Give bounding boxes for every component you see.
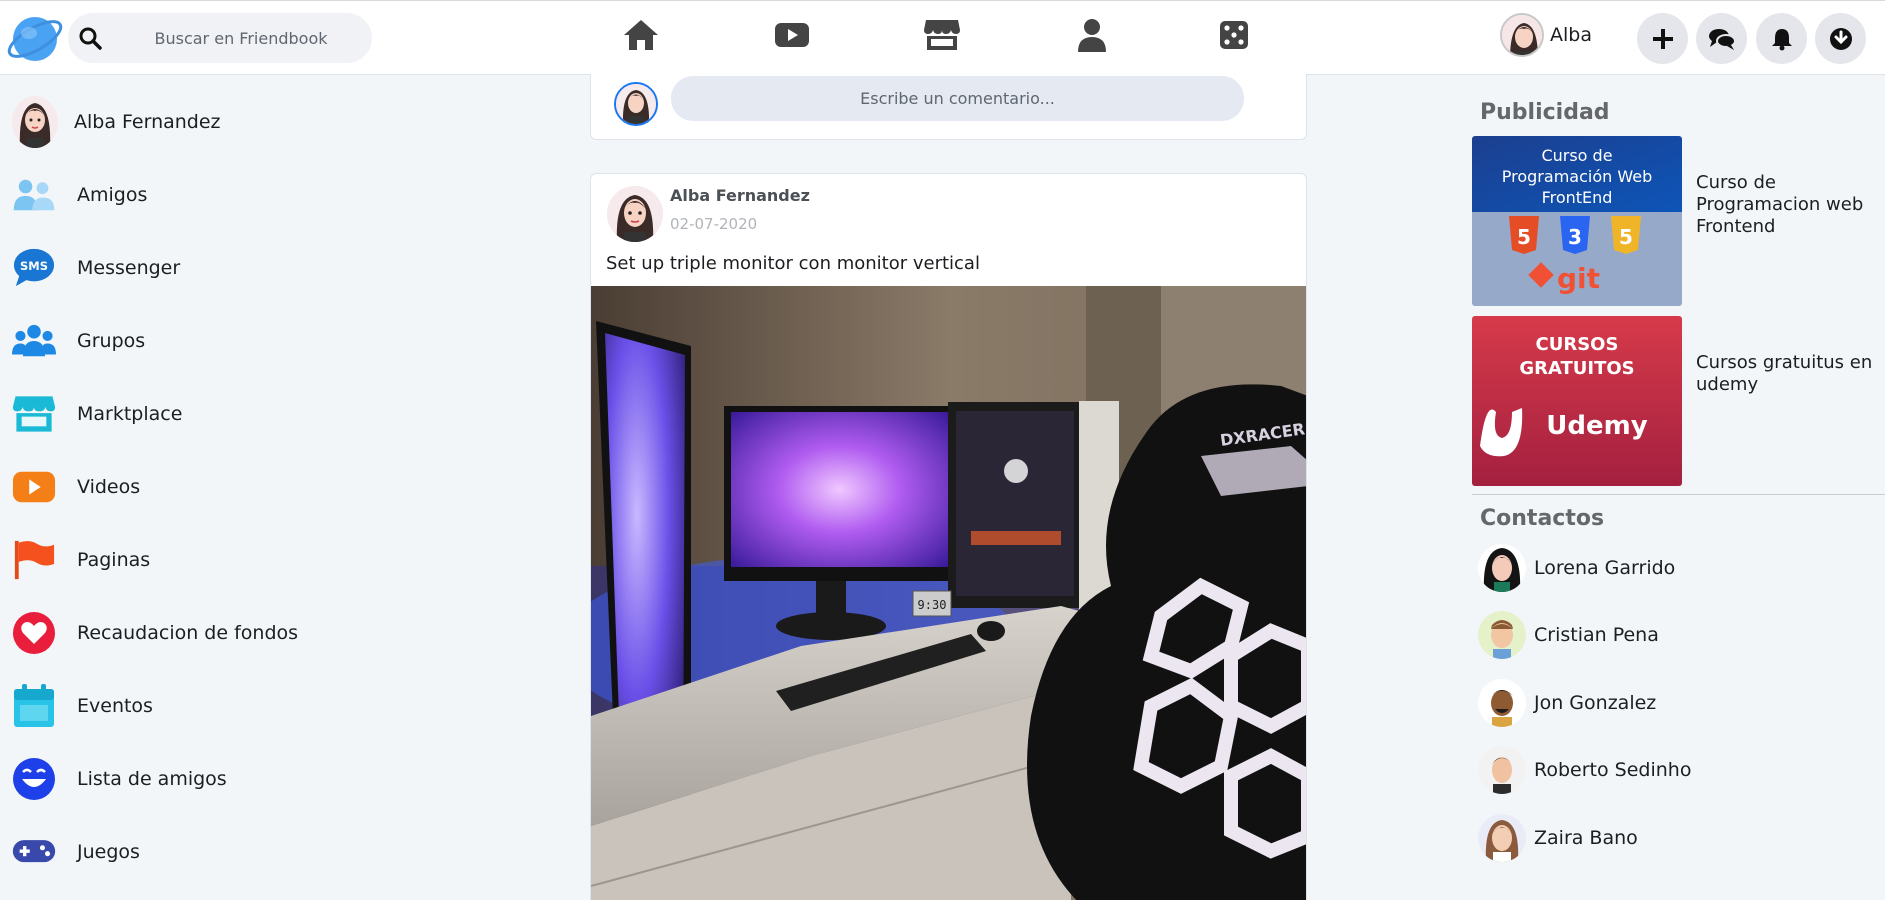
contact-name: Roberto Sedinho xyxy=(1534,759,1692,781)
post-image[interactable]: DXRACER 9:30 xyxy=(591,286,1307,900)
contact-item[interactable]: Lorena Garrido xyxy=(1478,542,1878,594)
svg-text:5: 5 xyxy=(1517,225,1531,249)
comment-input[interactable] xyxy=(671,76,1244,121)
contact-item[interactable]: Cristian Pena xyxy=(1478,609,1878,661)
ads-title: Publicidad xyxy=(1480,100,1610,125)
heart-icon xyxy=(12,611,56,655)
profile-icon[interactable] xyxy=(1072,15,1112,55)
sidebar-item-grupos[interactable]: Grupos xyxy=(12,313,372,369)
sidebar-item-amigos[interactable]: Amigos xyxy=(12,167,372,223)
notifications-button[interactable] xyxy=(1756,13,1807,64)
download-button[interactable] xyxy=(1815,13,1866,64)
contact-item[interactable]: Zaira Bano xyxy=(1478,812,1878,864)
post-text: Set up triple monitor con monitor vertic… xyxy=(606,253,980,274)
search-input[interactable] xyxy=(116,13,366,63)
sidebar-item-label: Paginas xyxy=(77,549,151,571)
sidebar-item-label: Videos xyxy=(77,476,141,498)
calendar-icon xyxy=(12,684,56,728)
home-icon[interactable] xyxy=(621,15,661,55)
svg-text:5: 5 xyxy=(1619,225,1633,249)
plus-icon xyxy=(1652,28,1673,49)
friends-icon xyxy=(12,173,56,217)
sidebar-item-messenger[interactable]: SMS Messenger xyxy=(12,240,372,296)
sidebar-item-label: Messenger xyxy=(77,257,181,279)
video-icon[interactable] xyxy=(772,15,812,55)
contact-avatar xyxy=(1478,814,1526,862)
sidebar-item-label: Eventos xyxy=(77,695,153,717)
contact-name: Jon Gonzalez xyxy=(1534,692,1657,714)
post-date: 02-07-2020 xyxy=(670,215,758,233)
sidebar-item-profile[interactable]: Alba Fernandez xyxy=(12,94,372,150)
sidebar-item-label: Grupos xyxy=(77,330,146,352)
profile-chip[interactable]: Alba xyxy=(1500,11,1592,59)
ad-text: Cursos gratuitus en udemy xyxy=(1696,352,1873,395)
ad-image-line1: CURSOS xyxy=(1536,334,1619,355)
bell-icon xyxy=(1771,28,1792,50)
post-author-avatar[interactable] xyxy=(607,186,663,242)
ad-image-git: git xyxy=(1557,262,1600,295)
right-sidebar-divider xyxy=(1472,494,1885,495)
user-avatar xyxy=(1500,13,1544,57)
sidebar-item-label: Recaudacion de fondos xyxy=(77,622,299,644)
comment-box xyxy=(590,74,1307,140)
groups-icon xyxy=(12,319,56,363)
contact-avatar xyxy=(1478,679,1526,727)
sidebar-item-paginas[interactable]: Paginas xyxy=(12,532,372,588)
post-author[interactable]: Alba Fernandez xyxy=(670,186,810,205)
marketplace-icon[interactable] xyxy=(922,15,962,55)
user-name: Alba xyxy=(1550,24,1592,46)
search-icon[interactable] xyxy=(78,26,102,50)
comment-avatar xyxy=(614,82,658,126)
ad-text: Curso de Programacion web Frontend xyxy=(1696,172,1864,237)
top-navbar: Alba xyxy=(0,0,1885,75)
svg-text:SMS: SMS xyxy=(20,259,48,273)
flag-icon xyxy=(12,538,56,582)
sidebar-item-label: Alba Fernandez xyxy=(74,111,221,133)
sidebar-item-label: Lista de amigos xyxy=(77,768,227,790)
ad-image-line2: GRATUITOS xyxy=(1519,358,1634,379)
sidebar-item-label: Amigos xyxy=(77,184,148,206)
contact-avatar xyxy=(1478,746,1526,794)
store-icon xyxy=(12,392,56,436)
download-icon xyxy=(1829,27,1852,50)
sidebar-item-label: Marktplace xyxy=(77,403,183,425)
sidebar-item-lista-amigos[interactable]: Lista de amigos xyxy=(12,751,372,807)
sms-icon: SMS xyxy=(12,246,56,290)
contacts-title: Contactos xyxy=(1480,506,1605,531)
post-card: Alba Fernandez 02-07-2020 Set up triple … xyxy=(590,173,1307,900)
profile-avatar xyxy=(12,96,58,148)
contact-avatar xyxy=(1478,544,1526,592)
ad-image-line3: FrontEnd xyxy=(1542,188,1613,207)
sidebar-item-eventos[interactable]: Eventos xyxy=(12,678,372,734)
sidebar-item-recaudacion[interactable]: Recaudacion de fondos xyxy=(12,605,372,661)
contact-item[interactable]: Jon Gonzalez xyxy=(1478,677,1878,729)
ad-udemy[interactable]: CURSOS GRATUITOS Udemy Cursos gratuitus … xyxy=(1472,316,1882,486)
gamepad-icon xyxy=(12,830,56,874)
contact-name: Cristian Pena xyxy=(1534,624,1659,646)
create-button[interactable] xyxy=(1637,13,1688,64)
svg-text:3: 3 xyxy=(1568,225,1582,249)
search-bar xyxy=(68,13,372,63)
contact-name: Lorena Garrido xyxy=(1534,557,1676,579)
ad-image-line1: Curso de xyxy=(1541,146,1612,165)
ad-image-udemy: CURSOS GRATUITOS Udemy xyxy=(1472,316,1682,486)
ad-image-line2: Programación Web xyxy=(1502,167,1652,186)
games-icon[interactable] xyxy=(1214,15,1254,55)
sidebar-item-juegos[interactable]: Juegos xyxy=(12,824,372,880)
smile-icon xyxy=(12,757,56,801)
messenger-button[interactable] xyxy=(1696,13,1747,64)
ad-image-frontend: Curso de Programación Web FrontEnd 5 3 5… xyxy=(1472,136,1682,306)
friendbook-logo[interactable] xyxy=(4,11,66,67)
ad-frontend-course[interactable]: Curso de Programación Web FrontEnd 5 3 5… xyxy=(1472,136,1882,306)
messenger-icon xyxy=(1708,28,1736,50)
clock-label: 9:30 xyxy=(918,598,947,612)
sidebar-item-marktplace[interactable]: Marktplace xyxy=(12,386,372,442)
contact-avatar xyxy=(1478,611,1526,659)
contact-name: Zaira Bano xyxy=(1534,827,1638,849)
sidebar-item-label: Juegos xyxy=(77,841,140,863)
play-icon xyxy=(12,465,56,509)
ad-image-brand: Udemy xyxy=(1546,411,1647,441)
sidebar-item-videos[interactable]: Videos xyxy=(12,459,372,515)
contact-item[interactable]: Roberto Sedinho xyxy=(1478,744,1878,796)
